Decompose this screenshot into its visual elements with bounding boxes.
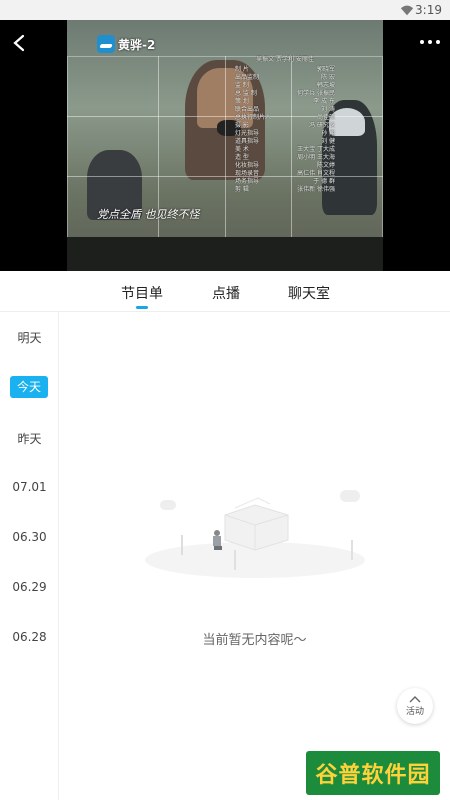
grid-line — [225, 56, 226, 238]
credit-role: 总 监 制 — [235, 90, 257, 97]
credit-role: 监 制 — [235, 82, 249, 89]
tab-bar: 节目单 点播 聊天室 — [0, 271, 450, 312]
credit-role: 美 术 — [235, 146, 249, 153]
site-watermark-logo: 谷普软件园 — [306, 751, 440, 795]
chevron-left-icon — [13, 34, 25, 52]
credit-name: 尚佳硕 — [316, 114, 335, 121]
credit-name: 郭晓军 — [316, 66, 335, 73]
credit-row: 出品监制 陈 宏 — [235, 74, 335, 82]
credit-role: 总执行制片人 — [235, 114, 272, 121]
tab-chat-room[interactable]: 聊天室 — [288, 283, 330, 303]
credit-row: 化妆指导 陈文婷 — [235, 162, 335, 170]
credit-name: 李 成 东 — [313, 98, 335, 105]
credit-row: 监 制 韩志坡 — [235, 82, 335, 90]
credit-name: 韩志坡 — [316, 82, 335, 89]
credit-row: 造 型 周小明 王大海 — [235, 154, 335, 162]
credit-name: 刘 健 — [321, 138, 335, 145]
credit-role: 造 型 — [235, 154, 249, 161]
credit-row: 摄 影 冯 研究论 — [235, 122, 335, 130]
credit-role: 场务指导 — [235, 178, 260, 185]
date-item-0630[interactable]: 06.30 — [0, 530, 59, 544]
credit-name: 陈文婷 — [316, 162, 335, 169]
date-item-0628[interactable]: 06.28 — [0, 630, 59, 644]
more-dots-icon — [428, 40, 432, 44]
video-bottom-band — [67, 237, 383, 271]
credit-name: 周小明 王大海 — [297, 154, 335, 161]
video-frame: 黄骅-2 吴振文 贾学利 安丽佳 制 片郭晓军 出品监制陈 宏监 制韩志坡总 监 … — [67, 20, 383, 271]
date-item-0701[interactable]: 07.01 — [0, 480, 59, 494]
credit-row: 总执行制片人 尚佳硕 — [235, 114, 335, 122]
date-item-today[interactable]: 今天 — [10, 376, 48, 398]
credit-row: 现场录音 高仁伟 肖文程 — [235, 170, 335, 178]
chevron-up-icon — [409, 695, 421, 702]
credit-name: 张伟新 徐伟强 — [297, 186, 335, 193]
tab-active-indicator — [136, 306, 148, 309]
channel-name: 黄骅-2 — [118, 37, 156, 52]
video-credits: 吴振文 贾学利 安丽佳 制 片 郭晓军出品监制 陈 宏监 制 韩志坡总 监 制 何学兵 … — [235, 56, 335, 194]
grid-line — [67, 116, 383, 117]
credit-role: 联合出品 — [235, 106, 260, 113]
credit-role: 制 片 — [235, 66, 249, 73]
credit-role: 道具指导 — [235, 138, 260, 145]
credit-name: 高仁伟 肖文程 — [297, 170, 335, 177]
credit-name: 冯 研究论 — [309, 122, 335, 129]
credit-role: 现场录音 — [235, 170, 260, 177]
credit-role: 灯光指导 — [235, 130, 260, 137]
date-item-tomorrow[interactable]: 明天 — [0, 329, 59, 346]
credit-row: 剪 辑 张伟新 徐伟强 — [235, 186, 335, 194]
more-button[interactable] — [416, 32, 444, 52]
credit-name: 孙 翔 — [321, 130, 335, 137]
credit-row: 联合出品 刘 涛 — [235, 106, 335, 114]
more-dots-icon — [420, 40, 424, 44]
watermark-text: 谷普软件园 — [315, 763, 431, 788]
credit-role: 化妆指导 — [235, 162, 260, 169]
credit-row: 策 划李 成 东 — [235, 98, 335, 106]
video-subtitle: 党点全盾 也见终不怪 — [97, 208, 200, 221]
back-button[interactable] — [6, 30, 32, 56]
credit-row: 美 术 王大宝 丁大成 — [235, 146, 335, 154]
more-dots-icon — [436, 40, 440, 44]
date-sidebar: 明天 今天 昨天 07.01 06.30 06.29 06.28 — [0, 312, 59, 800]
credit-name: 何学兵 张振民 — [297, 90, 335, 97]
video-player[interactable]: 黄骅-2 吴振文 贾学利 安丽佳 制 片郭晓军 出品监制陈 宏监 制韩志坡总 监 … — [0, 20, 450, 271]
credit-row: 场务指导 于 德 群 — [235, 178, 335, 186]
credit-row: 灯光指导 孙 翔 — [235, 130, 335, 138]
status-bar: 3:19 — [0, 0, 450, 20]
credit-name: 于 德 群 — [313, 178, 335, 185]
date-item-yesterday[interactable]: 昨天 — [0, 430, 59, 447]
credit-role: 策 划 — [235, 98, 249, 105]
channel-logo-icon — [97, 35, 115, 53]
empty-state-message: 当前暂无内容呢～ — [202, 633, 307, 648]
status-time: 3:19 — [415, 3, 442, 17]
wifi-icon — [400, 5, 414, 16]
tab-on-demand[interactable]: 点播 — [212, 283, 240, 303]
credit-row: 总 监 制 何学兵 张振民 — [235, 90, 335, 98]
credit-name: 陈 宏 — [321, 74, 335, 81]
credit-role: 出品监制 — [235, 74, 260, 81]
activity-button[interactable]: 活动 — [397, 688, 433, 724]
credit-row: 制 片 郭晓军 — [235, 66, 335, 74]
activity-label: 活动 — [405, 706, 424, 717]
channel-logo: 黄骅-2 — [97, 35, 155, 53]
date-item-0629[interactable]: 06.29 — [0, 580, 59, 594]
credits-header: 吴振文 贾学利 安丽佳 — [256, 56, 314, 63]
credit-name: 王大宝 丁大成 — [297, 146, 335, 153]
credit-row: 道具指导 刘 健 — [235, 138, 335, 146]
grid-line — [67, 176, 383, 177]
empty-box-illustration — [145, 490, 365, 578]
credit-role: 剪 辑 — [235, 186, 249, 193]
credit-role: 摄 影 — [235, 122, 249, 129]
tab-program-list[interactable]: 节目单 — [121, 283, 163, 303]
credit-name: 刘 涛 — [321, 106, 335, 113]
